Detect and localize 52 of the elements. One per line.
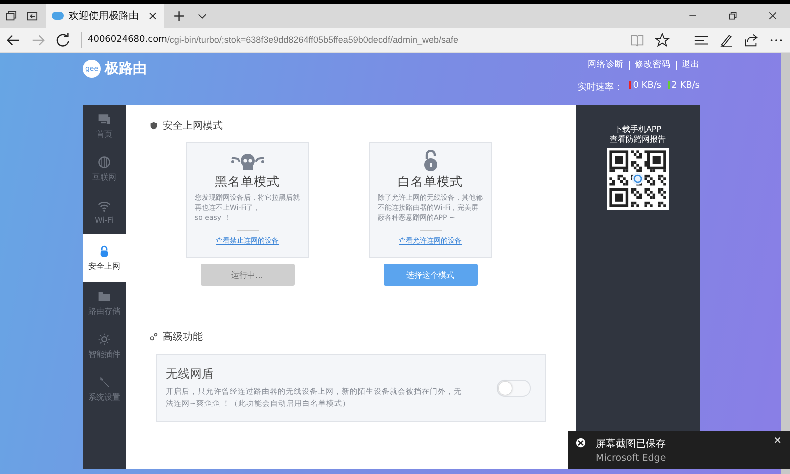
select-mode-button[interactable]: 选择这个模式 xyxy=(384,264,478,286)
sidebar-item[interactable]: 智能插件 xyxy=(83,325,126,368)
section-title: 高级功能 xyxy=(163,330,203,344)
close-tab-button[interactable]: × xyxy=(148,9,158,23)
upload-speed: 0 KB/s xyxy=(629,81,662,94)
mode-title: 黑名单模式 xyxy=(215,174,280,191)
browser-tab[interactable]: 欢迎使用极路由 × xyxy=(46,4,164,28)
star-icon[interactable] xyxy=(655,32,670,48)
sidebar-item[interactable]: 互联网 xyxy=(83,148,126,191)
header-link[interactable]: 网络诊断 xyxy=(588,59,624,71)
refresh-icon[interactable] xyxy=(56,32,71,48)
tab-list-icon[interactable] xyxy=(4,8,19,24)
close-button[interactable]: ✕ xyxy=(774,436,782,447)
app-promo-text: 查看防蹭网报告 xyxy=(610,135,666,146)
header-link[interactable]: 退出 xyxy=(682,59,700,71)
share-icon[interactable] xyxy=(744,32,759,48)
sidebar-item[interactable]: Wi-Fi xyxy=(83,191,126,234)
brand-name: 极路由 xyxy=(105,60,147,78)
section-title: 安全上网模式 xyxy=(163,120,223,133)
lock-icon xyxy=(98,244,111,258)
globe-icon xyxy=(98,156,111,169)
new-tab-button[interactable]: + xyxy=(170,7,189,25)
shield-icon xyxy=(150,122,158,130)
bug-icon xyxy=(230,152,264,172)
sidebar-item[interactable]: 系统设置 xyxy=(83,368,126,411)
feature-title: 无线网盾 xyxy=(166,366,215,383)
folder-icon xyxy=(98,290,111,303)
speed-label: 实时速率： xyxy=(578,82,624,94)
logo-icon xyxy=(52,12,64,20)
sidebar-item[interactable]: 路由存储 xyxy=(83,282,126,325)
app-promo-text: 下载手机APP xyxy=(614,125,662,135)
toast-title: 屏幕截图已保存 xyxy=(596,438,667,450)
sidebar-item[interactable]: 首页 xyxy=(83,105,126,148)
toast-app-name: Microsoft Edge xyxy=(596,452,668,464)
wifi-icon xyxy=(98,200,111,213)
lock-icon xyxy=(424,150,438,172)
sun-icon xyxy=(98,333,111,346)
game-bar-icon xyxy=(576,438,586,448)
reading-view-icon[interactable] xyxy=(630,32,645,48)
link-icon xyxy=(150,333,158,341)
pen-icon[interactable] xyxy=(719,32,734,48)
sidebar-item[interactable]: 安全上网 xyxy=(83,234,126,282)
monitor-icon xyxy=(98,113,111,126)
back-icon[interactable] xyxy=(6,32,21,48)
mode-title: 白名单模式 xyxy=(398,174,463,191)
running-button[interactable]: 运行中... xyxy=(200,264,294,286)
toggle-switch[interactable] xyxy=(497,380,531,396)
wrench-icon xyxy=(98,376,111,389)
download-speed: 2 KB/s xyxy=(668,81,700,94)
qr-code-icon xyxy=(607,148,669,210)
scrollbar[interactable] xyxy=(781,53,790,474)
header-link[interactable]: 修改密码 xyxy=(635,59,671,71)
